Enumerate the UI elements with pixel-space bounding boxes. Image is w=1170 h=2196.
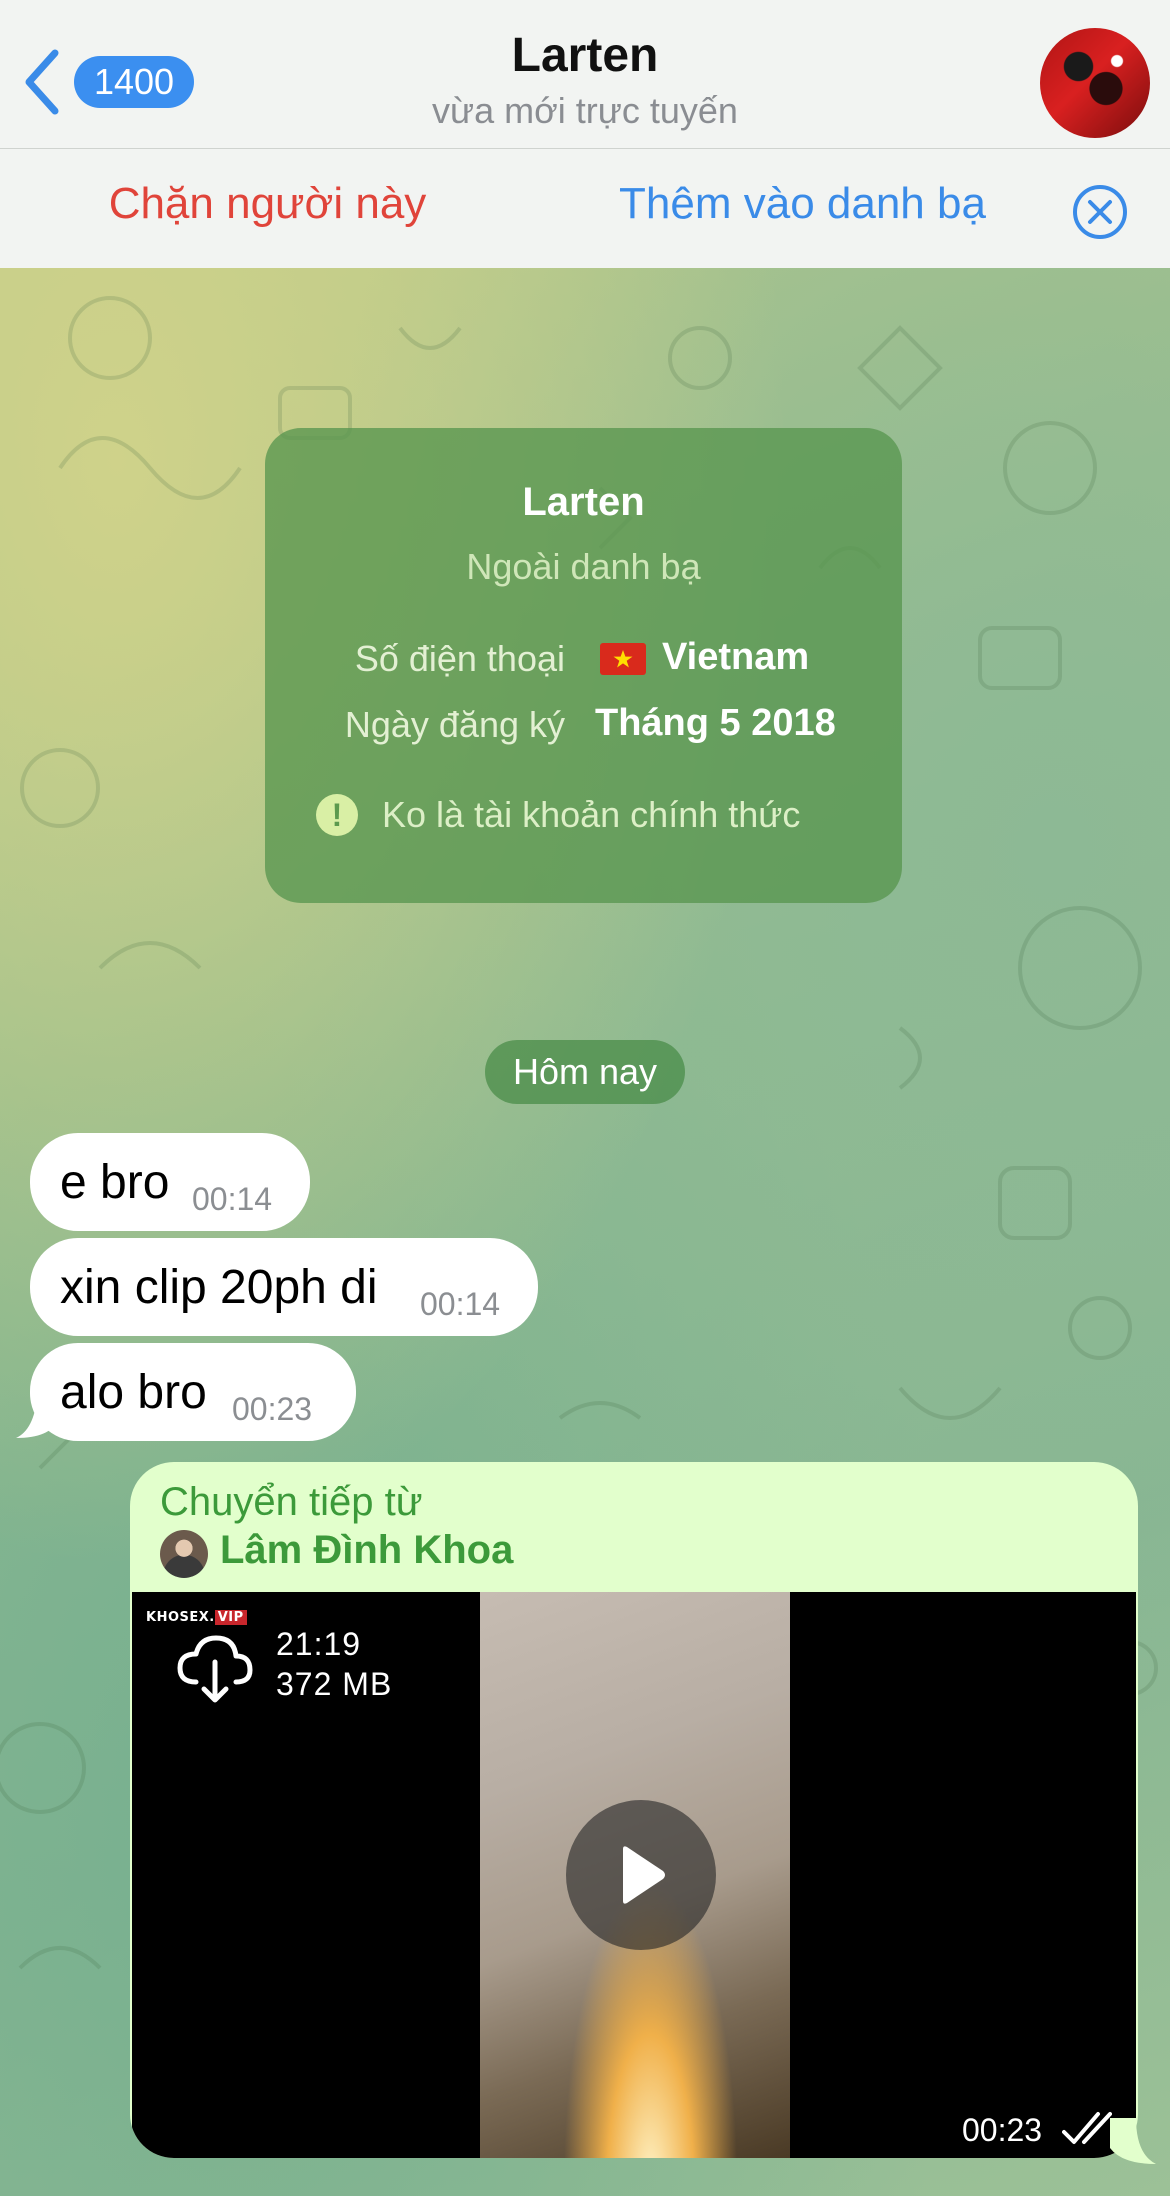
message-time: 00:23 (962, 2112, 1043, 2148)
message-time: 00:23 (232, 1391, 313, 1427)
outgoing-forwarded-message[interactable]: Chuyển tiếp từ Lâm Đình Khoa KHOSEX. VIP … (130, 1462, 1138, 2158)
incoming-message[interactable]: e bro 00:14 (30, 1133, 310, 1231)
registration-label: Ngày đăng ký (344, 704, 565, 745)
contact-avatar[interactable] (1040, 28, 1150, 138)
message-time: 00:14 (192, 1181, 273, 1217)
video-watermark: KHOSEX. VIP (146, 1610, 247, 1625)
incoming-message[interactable]: alo bro 00:23 (30, 1343, 356, 1441)
contact-info-card: Larten Ngoài danh bạ Số điện thoại Vietn… (265, 428, 902, 903)
phone-label: Số điện thoại (354, 638, 565, 679)
bubble-tail (16, 1380, 58, 1438)
video-player[interactable]: KHOSEX. VIP 21:19 372 MB 00:23 (132, 1592, 1136, 2158)
forwarded-from-label: Chuyển tiếp từ (160, 1480, 423, 1524)
close-icon[interactable] (1072, 184, 1128, 240)
vietnam-flag-icon (600, 643, 646, 675)
chat-title[interactable]: Larten (0, 28, 1170, 83)
add-contact-button[interactable]: Thêm vào danh bạ (590, 179, 1015, 229)
bubble-tail (1110, 2118, 1156, 2164)
exclamation-icon: ! (316, 794, 358, 836)
forward-source-name[interactable]: Lâm Đình Khoa (220, 1528, 513, 1573)
message-text: alo bro (60, 1366, 207, 1419)
chat-header: 1400 Larten vừa mới trực tuyến (0, 0, 1170, 149)
block-user-button[interactable]: Chặn người này (0, 179, 535, 229)
video-duration: 21:19 (276, 1626, 362, 1662)
phone-value: Vietnam (662, 636, 810, 678)
play-button[interactable] (566, 1800, 716, 1950)
forward-source-avatar[interactable] (160, 1530, 208, 1578)
double-check-icon (1062, 2112, 1112, 2144)
incoming-message[interactable]: xin clip 20ph di 00:14 (30, 1238, 538, 1336)
cloud-download-icon[interactable] (174, 1626, 254, 1706)
contact-action-bar: Chặn người này Thêm vào danh bạ (0, 149, 1170, 268)
unofficial-account-warning: Ko là tài khoản chính thức (382, 794, 801, 835)
card-contact-status: Ngoài danh bạ (466, 546, 701, 587)
card-contact-name: Larten (522, 480, 645, 524)
message-time: 00:14 (420, 1286, 501, 1322)
chat-status: vừa mới trực tuyến (432, 90, 738, 131)
registration-value: Tháng 5 2018 (595, 702, 836, 744)
message-text: xin clip 20ph di (60, 1261, 378, 1314)
date-separator: Hôm nay (485, 1040, 685, 1104)
message-text: e bro (60, 1156, 170, 1209)
play-icon (623, 1846, 665, 1904)
video-size: 372 MB (276, 1666, 393, 1702)
